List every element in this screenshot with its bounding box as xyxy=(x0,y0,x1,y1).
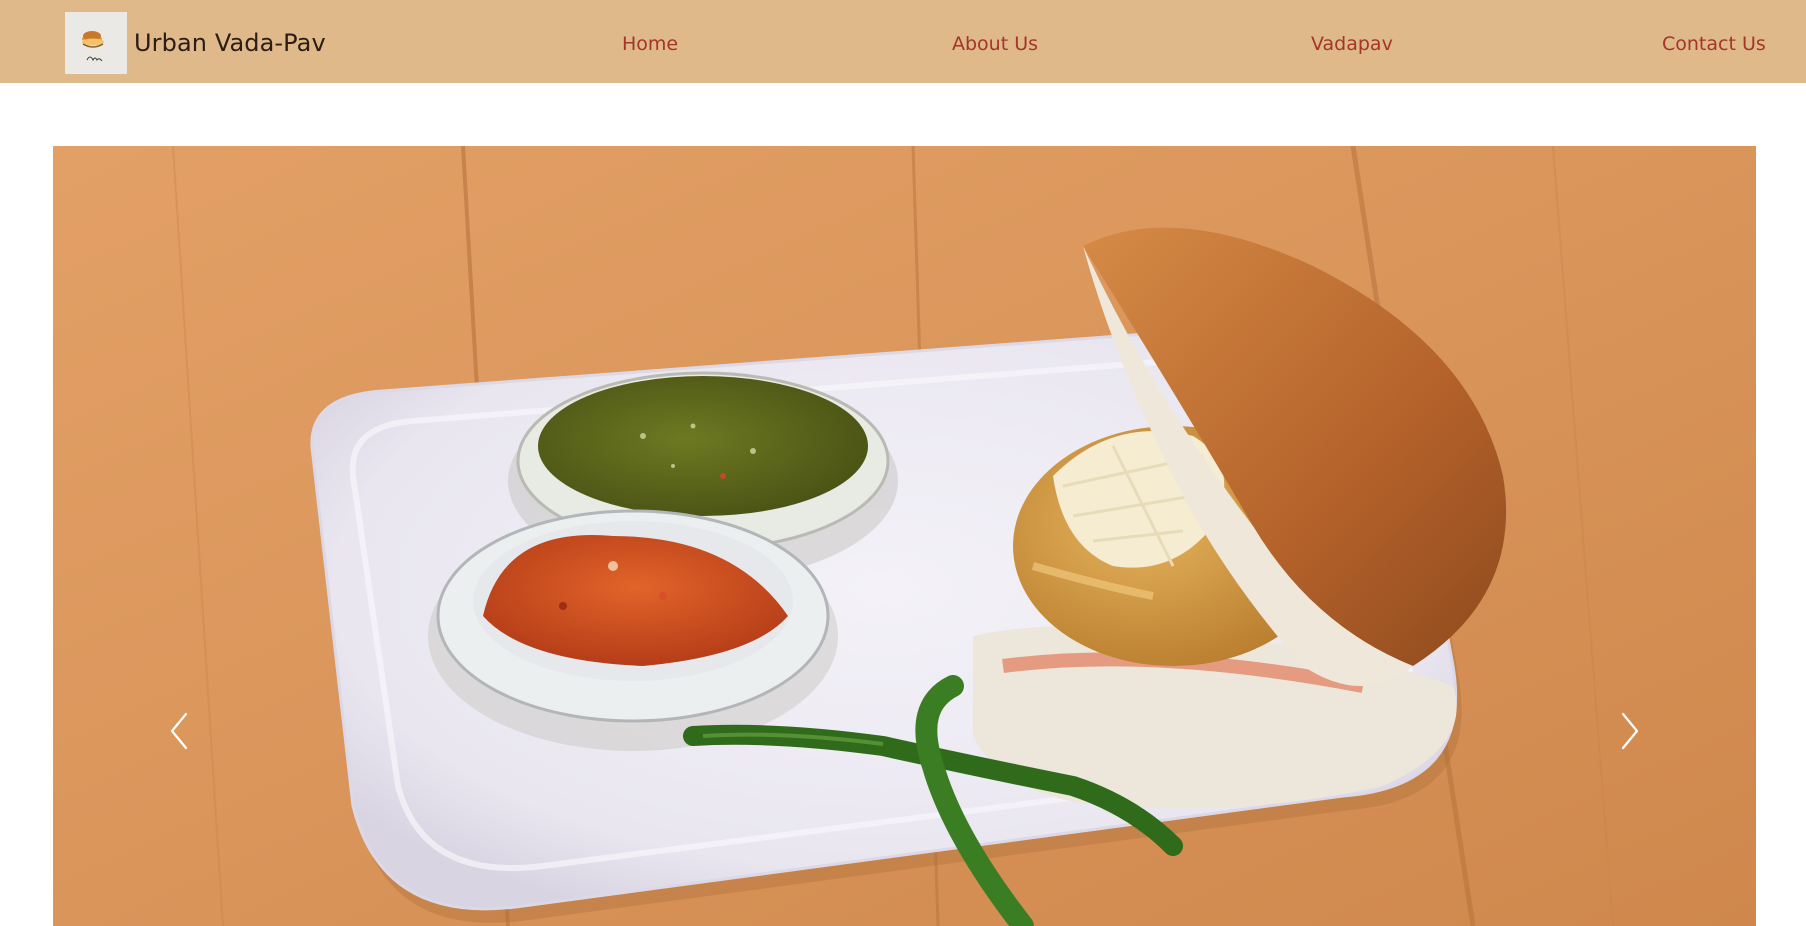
navbar: Urban Vada-Pav Home About Us Vadapav Con… xyxy=(0,0,1806,83)
vada-pav-logo-icon xyxy=(82,31,104,62)
chevron-left-icon xyxy=(170,712,188,750)
brand-link[interactable]: Urban Vada-Pav xyxy=(65,12,326,74)
nav-contact-us[interactable]: Contact Us xyxy=(1662,33,1766,55)
brand-name: Urban Vada-Pav xyxy=(134,29,326,57)
nav-vadapav[interactable]: Vadapav xyxy=(1311,33,1393,55)
chevron-right-icon xyxy=(1621,712,1639,750)
carousel-prev-button[interactable] xyxy=(160,706,200,756)
nav-about-us[interactable]: About Us xyxy=(952,33,1038,55)
carousel-next-button[interactable] xyxy=(1609,706,1649,756)
vada-pav-plate-image xyxy=(53,146,1756,926)
nav-home[interactable]: Home xyxy=(622,33,678,55)
hero-carousel xyxy=(53,146,1756,926)
brand-logo xyxy=(65,12,127,74)
